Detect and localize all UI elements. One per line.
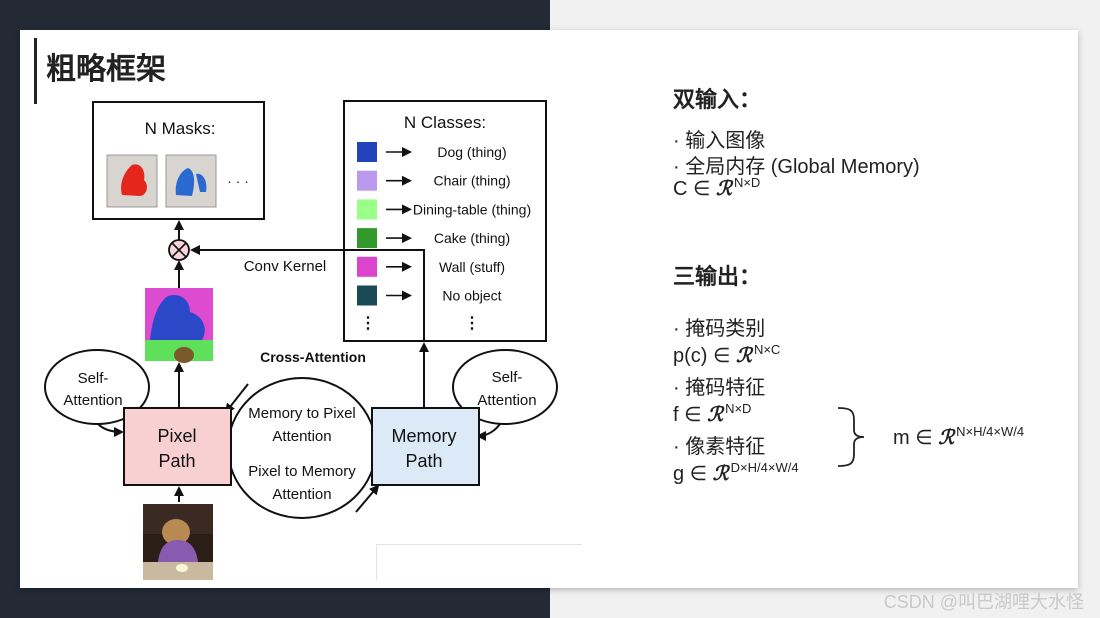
mem-to-pix-label-1: Memory to Pixel xyxy=(248,405,356,422)
class-label: Dining-table (thing) xyxy=(413,201,531,217)
class-color-swatch xyxy=(357,285,377,306)
masks-title: N Masks: xyxy=(145,119,216,138)
outputs-formula-f: f ∈ ℛ N×D xyxy=(673,401,752,426)
class-label: Chair (thing) xyxy=(433,173,510,189)
placeholder-line-v xyxy=(376,544,377,580)
class-color-swatch xyxy=(357,170,377,191)
self-attention-left-label-2: Attention xyxy=(63,392,122,409)
outputs-item-3: · 像素特征 xyxy=(673,436,766,458)
class-color-swatch xyxy=(357,142,377,162)
watermark: CSDN @叫巴湖哩大水怪 xyxy=(883,592,1084,612)
architecture-diagram: N Masks: · · · N Classes: Dog (thing) Cha… xyxy=(44,100,558,580)
outputs-item-1: · 掩码类别 xyxy=(673,318,766,340)
classes-vertical-ellipsis-right: ⋮ xyxy=(464,315,480,332)
pix-to-mem-label-2: Attention xyxy=(272,486,331,503)
mask-thumbnail-2 xyxy=(165,154,217,208)
classes-vertical-ellipsis-left: ⋮ xyxy=(360,315,376,332)
memory-path-label-2: Path xyxy=(405,451,442,471)
class-label: No object xyxy=(442,288,501,304)
pixel-path-box xyxy=(123,407,232,486)
mem-to-pix-label-2: Attention xyxy=(272,428,331,445)
brace xyxy=(837,407,865,467)
cross-attention-label: Cross-Attention xyxy=(260,349,366,365)
masks-ellipsis: · · · xyxy=(227,173,249,189)
segmentation-map xyxy=(145,288,213,363)
placeholder-line xyxy=(376,544,582,545)
pix-to-mem-label-1: Pixel to Memory xyxy=(248,463,356,480)
pixel-path-label-1: Pixel xyxy=(157,426,196,446)
mask-thumbnail-1 xyxy=(106,154,158,208)
outputs-formula-g: g ∈ ℛ D×H/4×W/4 xyxy=(673,460,799,485)
class-color-swatch xyxy=(357,199,377,220)
class-label: Dog (thing) xyxy=(437,144,506,160)
inputs-formula-c: C ∈ ℛ N×D xyxy=(673,175,761,200)
self-attention-right-label-1: Self- xyxy=(492,369,523,386)
memory-path-box xyxy=(371,407,480,486)
self-attention-right-label-2: Attention xyxy=(477,392,536,409)
class-label: Wall (stuff) xyxy=(439,259,505,275)
outputs-heading: 三输出： xyxy=(673,264,762,289)
outputs-formula-m: m ∈ ℛ N×H/4×W/4 xyxy=(893,424,1025,449)
classes-title: N Classes: xyxy=(404,113,486,132)
input-image xyxy=(143,504,213,580)
outputs-item-2: · 掩码特征 xyxy=(673,377,766,399)
self-attention-left-label-1: Self- xyxy=(78,370,109,387)
outputs-formula-p: p(c) ∈ ℛ N×C xyxy=(673,342,781,367)
class-color-swatch xyxy=(357,228,377,249)
class-color-swatch xyxy=(357,256,377,277)
inputs-item-1: · 输入图像 xyxy=(673,130,766,152)
class-label: Cake (thing) xyxy=(434,230,510,246)
pixel-path-label-2: Path xyxy=(158,451,195,471)
conv-kernel-label: Conv Kernel xyxy=(244,258,327,275)
inputs-heading: 双输入： xyxy=(673,87,762,112)
memory-path-label-1: Memory xyxy=(391,426,456,446)
